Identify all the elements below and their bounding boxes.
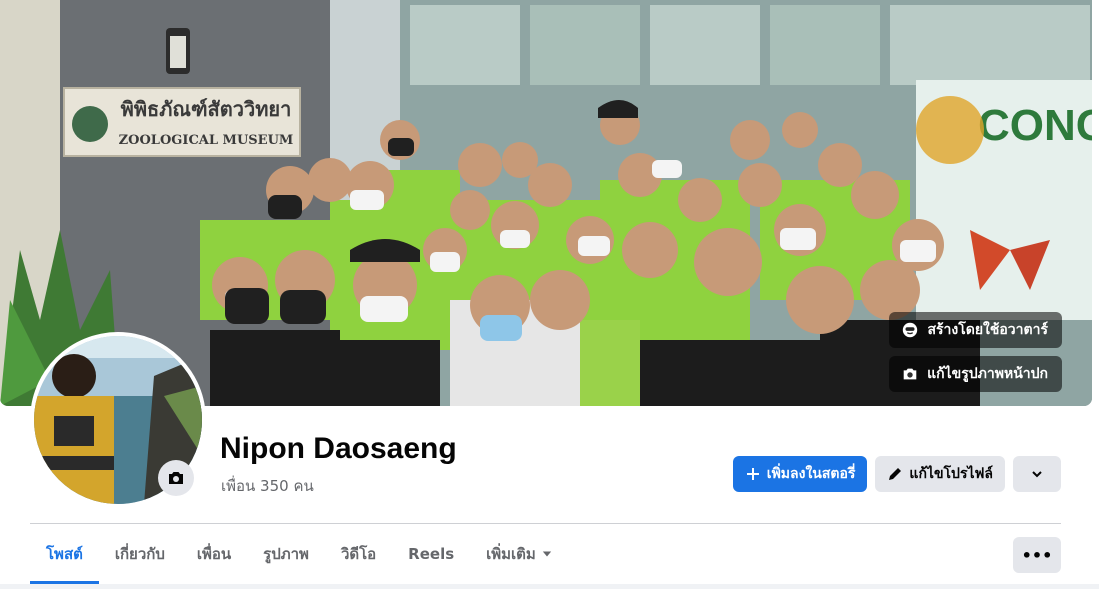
profile-actions: เพิ่มลงในสตอรี่ แก้ไขโปรไฟล์ [732,456,1061,492]
tab-photos[interactable]: รูปภาพ [247,524,325,584]
profile-page: พิพิธภัณฑ์สัตววิทยา ZOOLOGICAL MUSEUM CO… [0,0,1099,589]
caret-down-icon [542,551,551,557]
pencil-icon [889,468,902,480]
edit-profile-button[interactable]: แก้ไขโปรไฟล์ [875,456,1005,492]
museum-sign-english: ZOOLOGICAL MUSEUM [119,133,294,148]
profile-options-dropdown[interactable] [1013,456,1061,492]
tab-friends-label: เพื่อน [196,545,232,563]
edit-cover-photo-label: แก้ไขรูปภาพหน้าปก [927,366,1048,382]
more-options-button[interactable]: ••• [1013,537,1061,573]
tab-more-label: เพิ่มเติม [486,545,536,563]
profile-tabs: โพสต์ เกี่ยวกับ เพื่อน รูปภาพ วิดีโอ Ree… [30,524,568,584]
create-with-avatar-button[interactable]: สร้างโดยใช้อวาตาร์ [889,312,1062,348]
page-bottom-shade [0,584,1099,589]
tab-posts[interactable]: โพสต์ [30,524,99,584]
add-to-story-button[interactable]: เพิ่มลงในสตอรี่ [732,456,868,492]
tab-reels[interactable]: Reels [392,524,470,584]
edit-cover-photo-button[interactable]: แก้ไขรูปภาพหน้าปก [889,356,1062,392]
more-options-dots-icon: ••• [1021,545,1053,565]
edit-profile-label: แก้ไขโปรไฟล์ [909,466,993,482]
avatar-face-icon [903,322,918,338]
camera-icon [169,472,183,484]
museum-sign-thai: พิพิธภัณฑ์สัตววิทยา [121,97,292,121]
chevron-down-icon [1032,471,1042,478]
friends-count[interactable]: เพื่อน 350 คน [221,474,314,498]
camera-icon [903,368,917,380]
add-to-story-label: เพิ่มลงในสตอรี่ [766,466,856,482]
profile-name: Nipon Daosaeng [220,432,457,465]
plus-icon [746,468,759,480]
tab-friends[interactable]: เพื่อน [181,524,247,584]
tab-videos-label: วิดีโอ [340,545,377,563]
tab-posts-label: โพสต์ [46,545,83,563]
tab-about[interactable]: เกี่ยวกับ [99,524,181,584]
tab-reels-label: Reels [408,545,455,563]
banner-text: CONG [978,101,1092,150]
create-with-avatar-label: สร้างโดยใช้อวาตาร์ [927,322,1048,338]
tab-photos-label: รูปภาพ [263,545,309,563]
tab-more[interactable]: เพิ่มเติม [470,524,568,584]
update-profile-picture-button[interactable] [158,460,194,496]
tab-about-label: เกี่ยวกับ [114,545,165,563]
tab-videos[interactable]: วิดีโอ [325,524,392,584]
